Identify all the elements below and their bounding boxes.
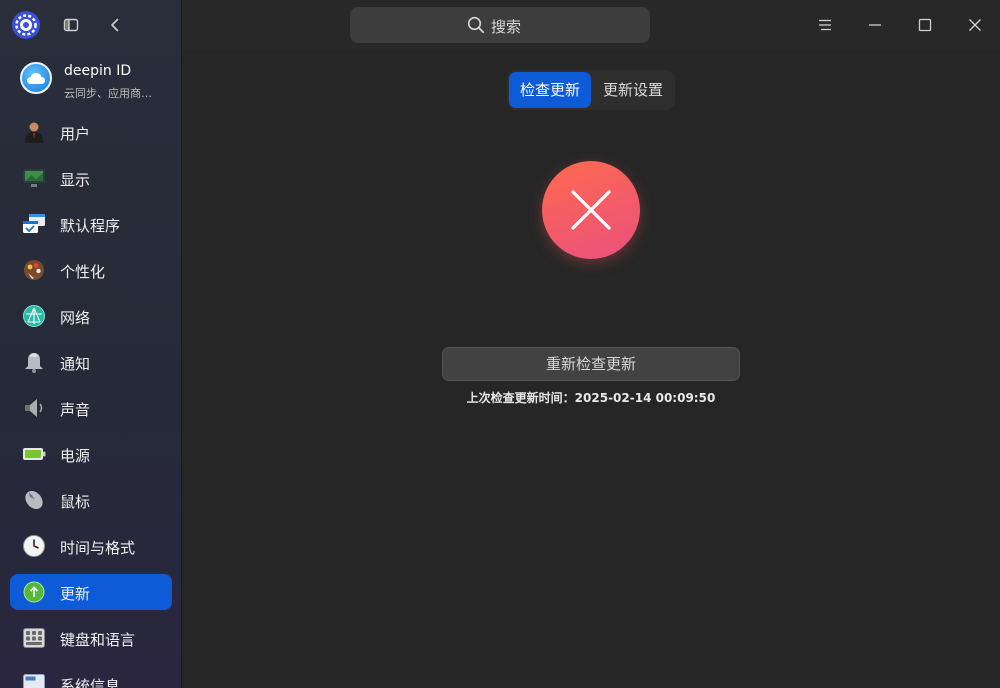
sidebar-item-label: 默认程序 (60, 217, 121, 235)
sidebar-item-user[interactable]: 用户 (10, 114, 172, 150)
sidebar-item-update[interactable]: 更新 (10, 574, 172, 610)
speaker-icon (22, 397, 46, 419)
update-tabs: 检查更新 更新设置 (507, 70, 675, 110)
tab-update-settings[interactable]: 更新设置 (593, 72, 673, 108)
sidebar-item-label: 鼠标 (60, 493, 91, 511)
sidebar-item-label: 通知 (60, 355, 91, 373)
control-center-logo-icon (11, 10, 41, 40)
maximize-icon[interactable] (912, 12, 938, 38)
battery-icon (22, 443, 46, 465)
sidebar-item-label: 键盘和语言 (60, 631, 136, 649)
back-arrow-icon[interactable] (104, 14, 126, 36)
error-status-icon (542, 161, 640, 259)
network-icon (22, 305, 46, 327)
deepin-id-account[interactable]: deepin ID 云同步、应用商… (10, 54, 172, 104)
sidebar: deepin ID 云同步、应用商… 用户 显示 默认程序 个性化 网络 通知 … (0, 0, 182, 688)
cloud-avatar-icon (20, 62, 52, 94)
sidebar-item-label: 声音 (60, 401, 91, 419)
menu-icon[interactable] (812, 12, 838, 38)
search-icon (467, 16, 485, 34)
sidebar-item-label: 更新 (60, 585, 91, 603)
search-input[interactable]: 搜索 (350, 7, 650, 43)
keyboard-icon (22, 627, 46, 649)
sidebar-nav: 用户 显示 默认程序 个性化 网络 通知 声音 电源 鼠标 时间与格式 更新 键… (10, 114, 172, 688)
personalization-icon (22, 259, 46, 281)
close-icon[interactable] (962, 12, 988, 38)
sidebar-item-label: 显示 (60, 171, 91, 189)
last-check-time: 上次检查更新时间：2025-02-14 00:09:50 (466, 391, 716, 405)
sidebar-item-label: 时间与格式 (60, 539, 136, 557)
display-icon (22, 167, 46, 189)
bell-icon (22, 351, 46, 373)
sidebar-item-label: 个性化 (60, 263, 106, 281)
minimize-icon[interactable] (862, 12, 888, 38)
update-content: 检查更新 更新设置 重新检查更新 上次检查更新时间：2025-02-14 00:… (182, 50, 1000, 688)
sidebar-header (0, 0, 182, 50)
sidebar-item-notification[interactable]: 通知 (10, 344, 172, 380)
recheck-update-button[interactable]: 重新检查更新 (442, 347, 740, 381)
account-name: deepin ID (64, 63, 132, 79)
sidebar-item-label: 网络 (60, 309, 91, 327)
sidebar-item-network[interactable]: 网络 (10, 298, 172, 334)
user-icon (22, 121, 46, 143)
tab-check-update[interactable]: 检查更新 (509, 72, 591, 108)
mouse-icon (22, 489, 46, 511)
sidebar-item-sound[interactable]: 声音 (10, 390, 172, 426)
sidebar-item-system-info[interactable]: 系统信息 (10, 666, 172, 688)
update-icon (22, 581, 46, 603)
sidebar-item-default-apps[interactable]: 默认程序 (10, 206, 172, 242)
control-center-window: deepin ID 云同步、应用商… 用户 显示 默认程序 个性化 网络 通知 … (0, 0, 1000, 688)
sidebar-item-display[interactable]: 显示 (10, 160, 172, 196)
info-icon (22, 673, 46, 688)
sidebar-item-mouse[interactable]: 鼠标 (10, 482, 172, 518)
sidebar-item-label: 系统信息 (60, 677, 121, 688)
search-placeholder: 搜索 (491, 18, 522, 36)
clock-icon (22, 535, 46, 557)
sidebar-item-label: 电源 (60, 447, 91, 465)
sidebar-item-label: 用户 (60, 125, 91, 143)
sidebar-item-power[interactable]: 电源 (10, 436, 172, 472)
titlebar: 搜索 (182, 0, 1000, 50)
sidebar-item-time-format[interactable]: 时间与格式 (10, 528, 172, 564)
account-subtitle: 云同步、应用商… (64, 87, 152, 100)
sidebar-item-keyboard-language[interactable]: 键盘和语言 (10, 620, 172, 656)
sidebar-toggle-icon[interactable] (60, 14, 82, 36)
sidebar-item-personalization[interactable]: 个性化 (10, 252, 172, 288)
default-apps-icon (22, 213, 46, 235)
